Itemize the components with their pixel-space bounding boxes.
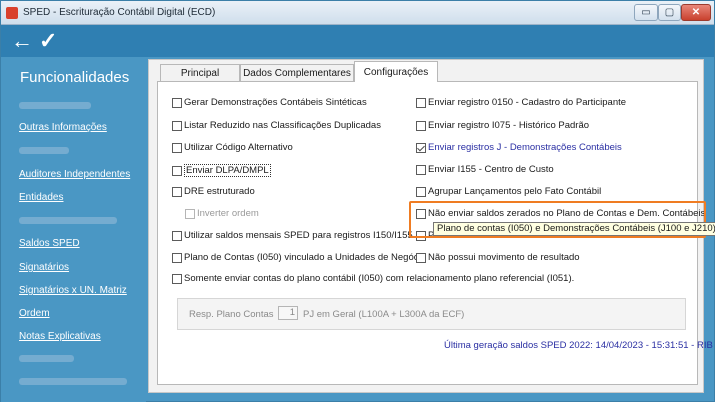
option-codigo-alternativo[interactable]: Utilizar Código Alternativo	[172, 142, 293, 153]
option-i155-centro-custo[interactable]: Enviar I155 - Centro de Custo	[416, 164, 554, 175]
sidebar-item-signatarios-matriz[interactable]: Signatários x UN. Matriz	[19, 285, 127, 296]
checkbox[interactable]	[172, 186, 182, 197]
checkbox[interactable]	[172, 252, 182, 263]
checkbox[interactable]	[172, 165, 182, 176]
sidebar-item-outras-informacoes[interactable]: Outras Informações	[19, 122, 107, 133]
resp-plano-contas-input[interactable]: 1	[278, 306, 298, 320]
option-gerar-demonstracoes[interactable]: Gerar Demonstrações Contábeis Sintéticas	[172, 97, 367, 108]
minimize-button[interactable]: ▭	[634, 4, 658, 21]
checkbox[interactable]	[172, 120, 182, 131]
back-arrow-icon[interactable]: ←	[11, 28, 33, 54]
sidebar-item-hidden-4[interactable]	[19, 354, 74, 365]
resp-plano-contas-label: Resp. Plano Contas	[189, 309, 274, 320]
option-registros-j[interactable]: Enviar registros J - Demonstrações Contá…	[416, 142, 622, 153]
app-icon	[6, 7, 18, 19]
checkbox[interactable]	[172, 230, 182, 241]
sidebar-item-entidades[interactable]: Entidades	[19, 192, 63, 203]
resp-plano-contas-description: PJ em Geral (L100A + L300A da ECF)	[303, 309, 465, 320]
option-nao-possui-movimento[interactable]: Não possui movimento de resultado	[416, 252, 580, 263]
option-saldos-mensais[interactable]: Utilizar saldos mensais SPED para regist…	[172, 230, 413, 241]
window-title: SPED - Escrituração Contábil Digital (EC…	[23, 7, 216, 18]
sidebar-item-saldos-sped[interactable]: Saldos SPED	[19, 238, 80, 249]
checkbox[interactable]	[172, 142, 182, 153]
checkbox-checked[interactable]	[416, 142, 426, 153]
sidebar-item-hidden-2[interactable]	[19, 146, 69, 157]
checkbox[interactable]	[416, 186, 426, 197]
option-registro-0150[interactable]: Enviar registro 0150 - Cadastro do Parti…	[416, 97, 626, 108]
checkbox[interactable]	[416, 252, 426, 263]
sidebar-title: Funcionalidades	[20, 69, 130, 86]
tab-principal[interactable]: Principal	[160, 64, 240, 81]
tab-configuracoes[interactable]: Configurações	[354, 61, 438, 82]
sidebar-item-hidden-3[interactable]	[19, 216, 117, 227]
sidebar-item-ordem[interactable]: Ordem	[19, 308, 50, 319]
option-somente-enviar-contas[interactable]: Somente enviar contas do plano contábil …	[172, 273, 574, 284]
checkbox[interactable]	[416, 120, 426, 131]
sidebar-item-hidden-1[interactable]	[19, 101, 91, 112]
close-button[interactable]: ✕	[681, 4, 711, 21]
toolbar: ← ✓	[1, 25, 714, 57]
option-enviar-dlpa-dmpl[interactable]: Enviar DLPA/DMPL	[172, 164, 271, 177]
checkbox[interactable]	[416, 164, 426, 175]
checkbox[interactable]	[416, 97, 426, 108]
option-plano-contas-unidades[interactable]: Plano de Contas (I050) vinculado a Unida…	[172, 252, 426, 263]
maximize-button[interactable]: ▢	[658, 4, 681, 21]
sidebar-item-notas-explicativas[interactable]: Notas Explicativas	[19, 331, 101, 342]
option-dre-estruturado[interactable]: DRE estruturado	[172, 186, 255, 197]
option-agrupar-lancamentos[interactable]: Agrupar Lançamentos pelo Fato Contábil	[416, 186, 601, 197]
tooltip: Plano de contas (I050) e Demonstrações C…	[433, 222, 715, 236]
checkbox[interactable]	[172, 273, 182, 284]
checkbox[interactable]	[185, 208, 195, 219]
title-bar: SPED - Escrituração Contábil Digital (EC…	[1, 1, 714, 25]
tab-dados-complementares[interactable]: Dados Complementares	[240, 64, 354, 81]
sidebar-item-signatarios[interactable]: Signatários	[19, 262, 69, 273]
confirm-check-icon[interactable]: ✓	[39, 28, 57, 54]
last-generation-status: Última geração saldos SPED 2022: 14/04/2…	[444, 340, 713, 351]
checkbox[interactable]	[172, 97, 182, 108]
option-inverter-ordem[interactable]: Inverter ordem	[185, 208, 259, 219]
option-registro-i075[interactable]: Enviar registro I075 - Histórico Padrão	[416, 120, 589, 131]
sidebar-item-hidden-5[interactable]	[19, 377, 127, 388]
option-listar-reduzido[interactable]: Listar Reduzido nas Classificações Dupli…	[172, 120, 381, 131]
sidebar-item-auditores[interactable]: Auditores Independentes	[19, 169, 130, 180]
